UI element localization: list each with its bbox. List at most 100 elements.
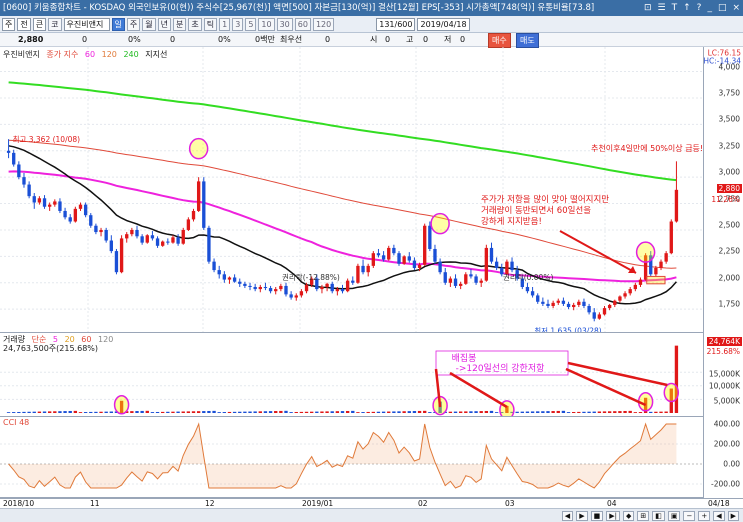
interval-120-button[interactable]: 120 [312,17,335,31]
text-icon[interactable]: T [671,0,679,16]
period-year-button[interactable]: 년 [157,17,171,31]
period-week-button[interactable]: 주 [126,17,141,31]
high-value: 0 [423,35,429,44]
interval-5-button[interactable]: 5 [245,17,257,31]
interval-1-button[interactable]: 1 [219,17,231,31]
period-month-button[interactable]: 월 [142,17,156,31]
candle-body [53,201,57,205]
candle-body [202,181,206,228]
date-label-04: 04 [607,499,617,508]
window-title: [0600] 키움종합차트 - KOSDAQ 외국인보유(0(현)) 주식수[2… [3,3,595,13]
period-tick-button[interactable]: 틱 [203,17,218,31]
volume-note-line2: ->120일선의 강한저항 [456,363,545,374]
maximize-icon[interactable]: □ [717,0,728,16]
candle-body [140,236,144,243]
sell-button[interactable]: 매도 [516,33,539,48]
cci-pane[interactable]: CCI 48 [0,417,703,498]
volume-bar [27,411,31,413]
volume-pane[interactable]: 거래량 단순 5 20 60 120 24,763,500주(215.68%) … [0,333,703,417]
candle-body [448,278,453,283]
split-button[interactable]: ◧ [652,510,665,521]
candle-body [659,261,663,268]
candle-body [623,293,627,297]
candle-body [299,291,304,296]
candle-body [458,283,463,286]
stock-name-field[interactable]: 우진비앤지 [63,17,110,31]
pin-icon[interactable]: ⊡ [643,0,653,16]
volume-bar [6,412,11,413]
candle-body [335,289,340,292]
candle-body [633,284,638,290]
cci-chart [0,422,703,489]
period-day-button[interactable]: 일 [111,17,125,31]
market-select[interactable]: 전 [17,17,31,31]
interval-3-button[interactable]: 3 [232,17,244,31]
legend-ma240: 240 [123,50,139,59]
window-controls: ⊡ ☰ T ↑ ? _ □ × [643,0,741,16]
upload-icon[interactable]: ↑ [682,0,692,16]
volume-bar [340,411,345,413]
candle-body [443,272,447,283]
candle-body [263,286,268,289]
cci-axis: 400.00 200.00 0.00 -200.00 [703,417,743,498]
current-price-badge: 2,880 [716,184,742,193]
price-pane[interactable]: 우진비앤지 종가 지수 60 120 240 지지선 최고 3,362 (10/… [0,47,703,333]
volume-bar [150,412,155,413]
go-latest-button[interactable]: ▶| [606,510,620,521]
volume-bar [222,412,227,413]
close-icon[interactable]: × [731,0,741,16]
scroll-right-button[interactable]: ▶ [576,510,588,521]
next-button[interactable]: ▶ [727,510,739,521]
candle-body [417,264,422,268]
candle-body [212,261,216,271]
prev-button[interactable]: ◀ [713,510,725,521]
volume-bar [207,410,211,413]
current-pct-label: 11.26% [711,195,740,204]
code-select[interactable]: 주 [2,17,16,31]
interval-30-button[interactable]: 30 [276,17,293,31]
scroll-left-button[interactable]: ◀ [561,510,574,521]
volume-bar [469,411,473,413]
volume-badge-pct: 215.68% [706,347,740,356]
period-second-button[interactable]: 초 [188,17,202,31]
menu-icon[interactable]: ☰ [657,0,667,16]
candle-body [161,241,165,246]
volume-bar [479,411,483,413]
mode-select[interactable]: 큰 [32,17,47,31]
zoom-in-button[interactable]: + [698,510,711,521]
candle-body [474,276,478,283]
note-arrow [559,230,637,274]
stop-button[interactable]: ■ [590,510,604,521]
open-label: 시 [370,35,378,44]
marker-button[interactable]: ◆ [622,510,635,521]
price-tick-label: 4,000 [718,62,740,72]
candle-body [412,260,417,268]
change-value: 0 [82,35,88,44]
ticker-button[interactable]: 코 [48,17,62,31]
volume-bar [284,410,288,413]
candle-body [402,256,406,264]
low-value: 0 [460,35,466,44]
buy-button[interactable]: 매수 [488,33,511,48]
volume-bar [464,411,468,413]
volume-bar [515,411,519,413]
candle-body [304,284,309,292]
layout-button[interactable]: ▣ [667,510,681,521]
period-minute-button[interactable]: 분 [173,17,187,31]
candle-body [27,184,31,197]
volume-bar [607,411,612,413]
help-icon[interactable]: ? [696,0,703,16]
grid-button[interactable]: ⊞ [637,510,650,521]
volume-bar [304,411,309,413]
cci-tick-minus200: -200.00 [711,479,740,489]
date-field[interactable]: 2019/04/18 [417,17,470,31]
minimize-icon[interactable]: _ [706,0,713,16]
rights-label: 권리락(-12.88%) [282,273,340,282]
cci-legend: CCI 48 [3,418,30,427]
zoom-out-button[interactable]: − [683,510,696,521]
interval-10-button[interactable]: 10 [258,17,275,31]
count-field[interactable]: 131/600 [376,17,416,31]
candle-body [130,229,134,235]
interval-60-button[interactable]: 60 [294,17,311,31]
date-label-2018-10: 2018/10 [3,499,35,508]
